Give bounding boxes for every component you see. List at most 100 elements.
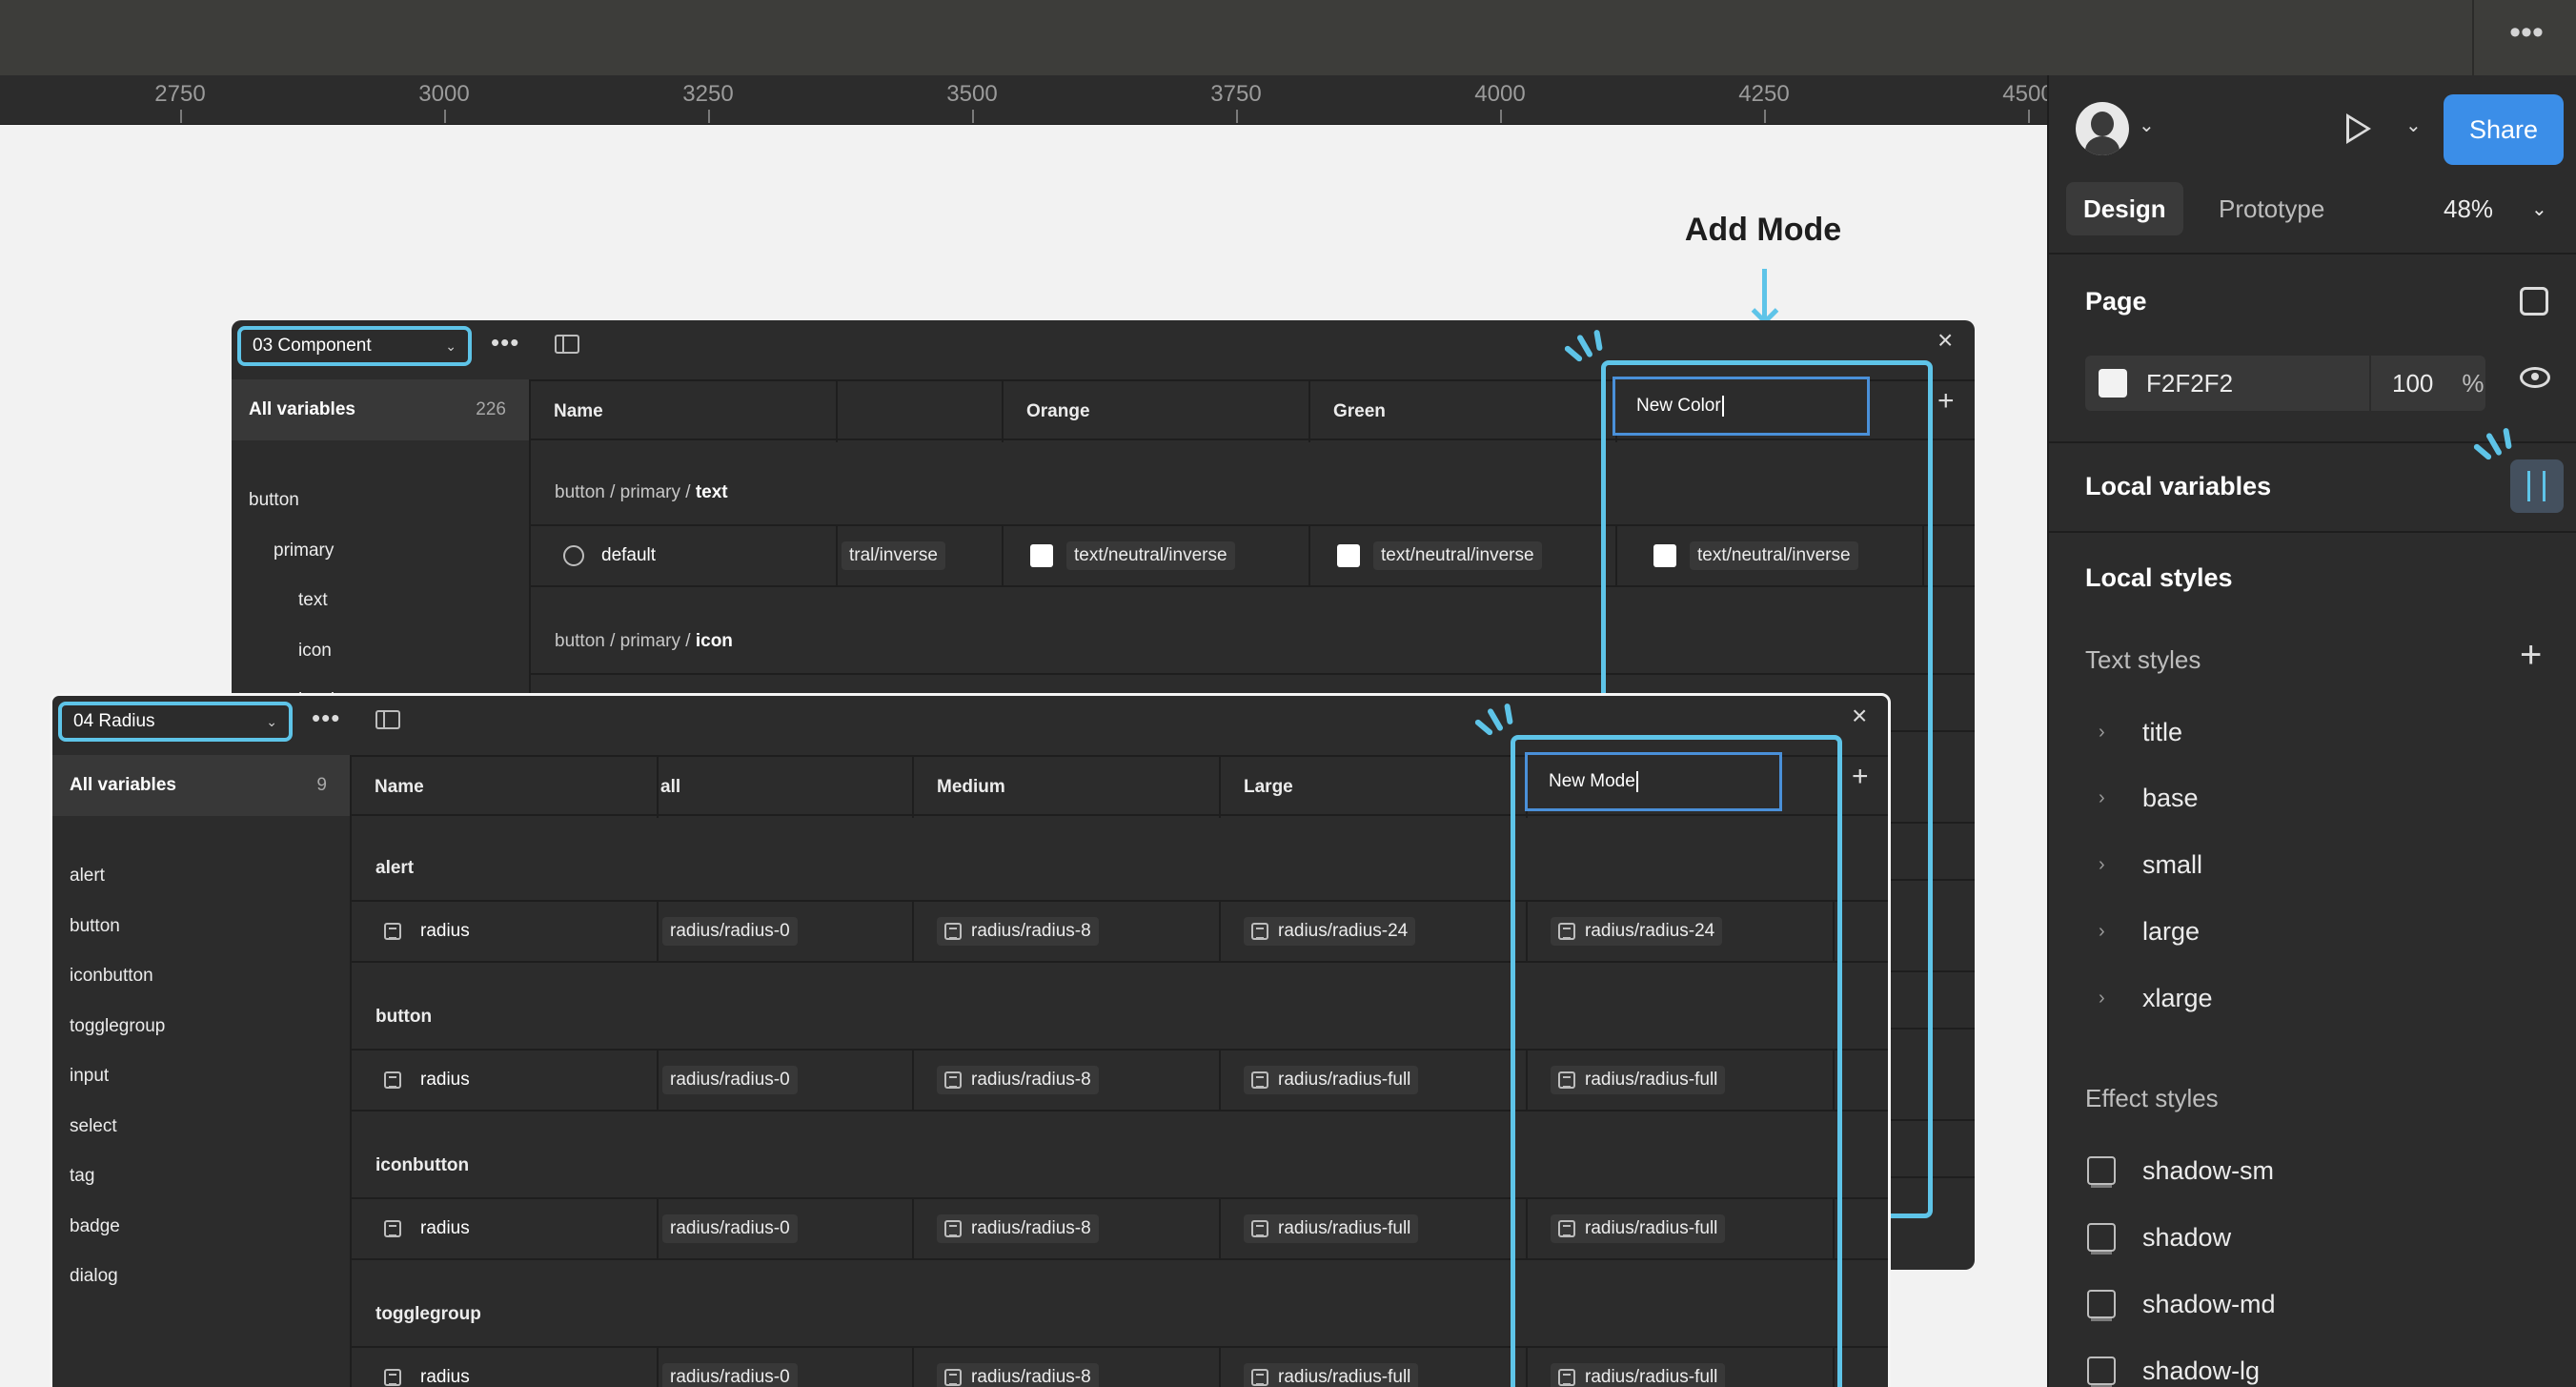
column-header-all[interactable]: all: [659, 757, 914, 818]
chevron-down-icon[interactable]: ⌄: [2139, 113, 2155, 137]
avatar[interactable]: [2076, 102, 2129, 155]
sidebar-group[interactable]: tag: [70, 1166, 94, 1187]
sidebar-group[interactable]: icon: [298, 641, 332, 662]
sidebar-group[interactable]: alert: [70, 866, 105, 887]
column-header-name[interactable]: Name: [531, 381, 838, 442]
group-label: iconbutton: [375, 1155, 470, 1175]
variable-value-cell[interactable]: radius/radius-0: [659, 1348, 914, 1387]
variable-value-cell[interactable]: text/neutral/inverse: [1004, 526, 1310, 585]
effect-style-item[interactable]: shadow: [2087, 1214, 2231, 1261]
tab-prototype[interactable]: Prototype: [2201, 182, 2342, 235]
sidebar-group[interactable]: badge: [70, 1216, 120, 1237]
variable-value-cell[interactable]: radius/radius-0: [659, 1050, 914, 1110]
play-icon[interactable]: [2346, 113, 2371, 144]
variable-value-cell[interactable]: radius/radius-24: [1221, 902, 1528, 961]
variable-value-cell[interactable]: radius/radius-8: [914, 1348, 1221, 1387]
sidebar-group[interactable]: select: [70, 1116, 117, 1137]
number-variable-icon: [384, 1369, 401, 1386]
opacity-field[interactable]: 100%: [2369, 356, 2485, 411]
all-variables-item[interactable]: All variables 226: [232, 379, 529, 440]
effect-style-item[interactable]: shadow-sm: [2087, 1147, 2274, 1194]
sidebar-toggle-icon[interactable]: [375, 710, 400, 729]
text-style-item[interactable]: › large: [2085, 908, 2200, 955]
add-mode-plus-icon[interactable]: +: [1937, 385, 1955, 418]
variable-value-cell[interactable]: radius/radius-full: [1221, 1199, 1528, 1258]
sidebar-group[interactable]: button: [249, 490, 299, 511]
text-style-item[interactable]: › base: [2085, 774, 2199, 822]
text-style-item[interactable]: › xlarge: [2085, 974, 2213, 1022]
sparkle-icon: [2472, 422, 2520, 470]
sidebar-group[interactable]: togglegroup: [70, 1016, 165, 1037]
effect-style-item[interactable]: shadow-lg: [2087, 1347, 2260, 1387]
collection-select[interactable]: 04 Radius ⌄: [58, 702, 293, 742]
new-mode-highlight: [1511, 735, 1842, 1387]
close-icon[interactable]: ×: [1937, 325, 1953, 356]
local-variables-title: Local variables: [2085, 472, 2272, 500]
shadow-icon: [2087, 1156, 2116, 1188]
variable-value-cell[interactable]: radius/radius-8: [914, 1050, 1221, 1110]
variable-value-cell[interactable]: radius/radius-0: [659, 1199, 914, 1258]
variable-value-cell[interactable]: radius/radius-8: [914, 1199, 1221, 1258]
variable-value-cell[interactable]: radius/radius-full: [1221, 1348, 1528, 1387]
page-section-title: Page: [2085, 287, 2147, 316]
sidebar-toggle-icon[interactable]: [555, 335, 579, 354]
sidebar-group[interactable]: iconbutton: [70, 966, 153, 987]
alias-icon: [1251, 923, 1268, 940]
variable-value-cell[interactable]: radius/radius-0: [659, 902, 914, 961]
toolbar-divider: [2472, 0, 2474, 75]
collection-select[interactable]: 03 Component ⌄: [237, 326, 472, 366]
group-label: alert: [375, 858, 415, 878]
column-header-medium[interactable]: Medium: [914, 757, 1221, 818]
sparkle-icon: [1473, 698, 1521, 745]
color-swatch: [1030, 544, 1053, 567]
variable-value-cell[interactable]: radius/radius-full: [1221, 1050, 1528, 1110]
group-label: togglegroup: [375, 1304, 481, 1324]
number-variable-icon: [384, 1071, 401, 1089]
sidebar-group[interactable]: input: [70, 1066, 109, 1087]
alias-icon: [1251, 1369, 1268, 1386]
all-variables-item[interactable]: All variables 9: [52, 755, 350, 816]
text-style-item[interactable]: › title: [2085, 708, 2182, 756]
alias-icon: [944, 1071, 962, 1089]
chevron-down-icon: ⌄: [2531, 198, 2547, 220]
alias-icon: [1251, 1071, 1268, 1089]
add-mode-annotation: Add Mode: [1684, 212, 1842, 248]
column-header-mode[interactable]: [838, 381, 1004, 442]
text-style-item[interactable]: › small: [2085, 841, 2202, 888]
column-header-large[interactable]: Large: [1221, 757, 1528, 818]
sidebar-group[interactable]: button: [70, 916, 120, 937]
top-toolbar: •••: [0, 0, 2576, 75]
page-background-field[interactable]: F2F2F2 100%: [2085, 356, 2485, 411]
alias-icon: [944, 1220, 962, 1237]
tab-design[interactable]: Design: [2066, 182, 2183, 235]
more-horizontal-icon[interactable]: •••: [312, 704, 340, 733]
sidebar-group[interactable]: text: [298, 590, 328, 611]
color-variable-icon: [563, 545, 584, 566]
close-icon[interactable]: ×: [1852, 701, 1867, 731]
column-header-name[interactable]: Name: [352, 757, 659, 818]
add-mode-plus-icon[interactable]: +: [1852, 761, 1869, 793]
chevron-down-icon: ⌄: [445, 337, 456, 354]
zoom-level[interactable]: 48% ⌄: [2444, 182, 2547, 235]
variable-value-cell[interactable]: text/neutral/inverse: [1310, 526, 1617, 585]
chevron-down-icon[interactable]: ⌄: [2405, 113, 2422, 137]
local-styles-title: Local styles: [2085, 563, 2233, 592]
add-style-plus-icon[interactable]: +: [2520, 636, 2542, 674]
variable-value-cell[interactable]: radius/radius-8: [914, 902, 1221, 961]
chevron-right-icon: ›: [2099, 987, 2105, 1009]
sidebar-group[interactable]: dialog: [70, 1266, 118, 1287]
variable-value-cell[interactable]: tral/inverse: [838, 526, 1004, 585]
more-horizontal-icon[interactable]: •••: [491, 328, 519, 357]
color-swatch[interactable]: [2099, 369, 2127, 398]
library-icon[interactable]: [2520, 287, 2548, 316]
variable-name-cell: radius: [352, 1199, 659, 1258]
variable-name-cell: radius: [352, 902, 659, 961]
divider: [2049, 531, 2576, 533]
column-header-green[interactable]: Green: [1310, 381, 1617, 442]
effect-style-item[interactable]: shadow-md: [2087, 1280, 2276, 1328]
sidebar-group[interactable]: primary: [274, 541, 334, 561]
column-header-orange[interactable]: Orange: [1004, 381, 1310, 442]
share-button[interactable]: Share: [2444, 94, 2564, 165]
eye-icon[interactable]: [2520, 367, 2550, 388]
more-horizontal-icon[interactable]: •••: [2503, 11, 2550, 59]
